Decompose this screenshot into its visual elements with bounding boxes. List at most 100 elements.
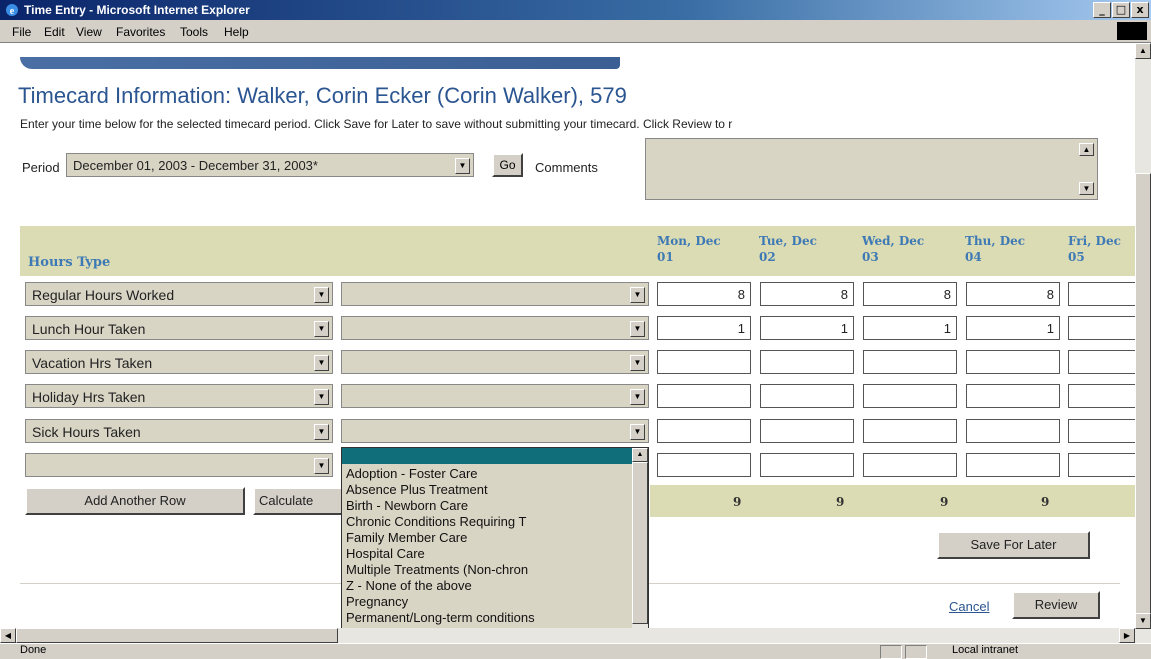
hours-type-select[interactable]: Holiday Hrs Taken ▼ (25, 384, 333, 408)
hours-input[interactable] (657, 384, 751, 408)
chevron-down-icon[interactable]: ▼ (314, 424, 329, 440)
scroll-thumb[interactable] (16, 628, 338, 643)
hours-input[interactable] (966, 350, 1060, 374)
scroll-down-icon[interactable]: ▼ (1135, 613, 1151, 629)
hours-input[interactable]: 1 (966, 316, 1060, 340)
dropdown-option[interactable]: Multiple Treatments (Non-chron (346, 562, 528, 578)
hours-input[interactable] (863, 453, 957, 477)
menu-help[interactable]: Help (224, 25, 249, 39)
hours-input[interactable] (657, 419, 751, 443)
maximize-button[interactable]: □ (1112, 2, 1130, 18)
menu-edit[interactable]: Edit (44, 25, 65, 39)
dropdown-option[interactable]: Z - None of the above (346, 578, 472, 594)
hours-type-select[interactable]: Sick Hours Taken ▼ (25, 419, 333, 443)
hours-input[interactable]: 8 (966, 282, 1060, 306)
dropdown-option[interactable]: Pregnancy (346, 594, 408, 610)
dropdown-option[interactable]: Adoption - Foster Care (346, 466, 478, 482)
minimize-button[interactable]: _ (1093, 2, 1111, 18)
chevron-down-icon[interactable]: ▼ (630, 287, 645, 303)
hours-input[interactable] (760, 419, 854, 443)
scroll-thumb[interactable] (632, 462, 648, 624)
scroll-thumb[interactable] (1135, 173, 1151, 615)
hours-input[interactable]: 8 (863, 282, 957, 306)
hours-input[interactable] (760, 384, 854, 408)
add-another-row-button[interactable]: Add Another Row (25, 487, 245, 515)
period-value: December 01, 2003 - December 31, 2003* (73, 158, 318, 173)
menu-tools[interactable]: Tools (180, 25, 208, 39)
hours-type-select[interactable]: Regular Hours Worked ▼ (25, 282, 333, 306)
chevron-down-icon[interactable]: ▼ (314, 321, 329, 337)
reason-dropdown-list[interactable]: Adoption - Foster Care Absence Plus Trea… (341, 447, 649, 628)
dropdown-option[interactable]: Hospital Care (346, 546, 425, 562)
hours-input[interactable] (1068, 453, 1135, 477)
hours-input[interactable] (1068, 384, 1135, 408)
hours-input[interactable] (863, 384, 957, 408)
reason-select[interactable]: ▼ (341, 316, 649, 340)
hours-type-select[interactable]: ▼ (25, 453, 333, 477)
hours-input[interactable] (1068, 350, 1135, 374)
vertical-scrollbar[interactable]: ▲ ▼ (1135, 43, 1151, 643)
hours-input[interactable] (760, 453, 854, 477)
dropdown-option[interactable]: Permanent/Long-term conditions (346, 610, 535, 626)
scroll-up-icon[interactable]: ▲ (1079, 143, 1094, 156)
chevron-down-icon[interactable]: ▼ (314, 458, 329, 474)
hours-input[interactable]: 8 (657, 282, 751, 306)
period-select[interactable]: December 01, 2003 - December 31, 2003* ▼ (66, 153, 474, 177)
chevron-down-icon[interactable]: ▼ (314, 287, 329, 303)
dropdown-option-selected[interactable] (342, 448, 632, 464)
chevron-down-icon[interactable]: ▼ (314, 355, 329, 371)
chevron-down-icon[interactable]: ▼ (630, 321, 645, 337)
hours-input[interactable] (657, 350, 751, 374)
chevron-down-icon[interactable]: ▼ (630, 424, 645, 440)
horizontal-scrollbar[interactable]: ◀ ▶ (0, 628, 1135, 643)
status-bar: Done Local intranet (0, 643, 1151, 659)
reason-select[interactable]: ▼ (341, 350, 649, 374)
hours-input[interactable] (760, 350, 854, 374)
hours-input[interactable] (966, 419, 1060, 443)
chevron-down-icon[interactable]: ▼ (314, 389, 329, 405)
close-button[interactable]: x (1131, 2, 1149, 18)
hours-type-select[interactable]: Lunch Hour Taken ▼ (25, 316, 333, 340)
calculate-button[interactable]: Calculate (253, 487, 353, 515)
dropdown-option[interactable]: Family Member Care (346, 530, 467, 546)
hours-input[interactable] (863, 350, 957, 374)
reason-select[interactable]: ▼ (341, 384, 649, 408)
chevron-down-icon[interactable]: ▼ (455, 158, 470, 174)
hours-input[interactable] (1068, 419, 1135, 443)
dropdown-option[interactable]: Birth - Newborn Care (346, 498, 468, 514)
chevron-down-icon[interactable]: ▼ (630, 389, 645, 405)
day-header-fri: Fri, Dec 05 (1068, 234, 1121, 264)
go-button[interactable]: Go (492, 153, 523, 177)
scroll-left-icon[interactable]: ◀ (0, 628, 16, 643)
period-label: Period (22, 160, 60, 175)
hours-input[interactable] (657, 453, 751, 477)
hours-type-select[interactable]: Vacation Hrs Taken ▼ (25, 350, 333, 374)
save-for-later-button[interactable]: Save For Later (937, 531, 1090, 559)
hours-input[interactable] (1068, 282, 1135, 306)
cancel-link[interactable]: Cancel (949, 599, 989, 614)
dropdown-option[interactable]: Chronic Conditions Requiring T (346, 514, 526, 530)
comments-textarea[interactable]: ▲ ▼ (645, 138, 1098, 200)
dropdown-option[interactable]: Absence Plus Treatment (346, 482, 488, 498)
reason-select[interactable]: ▼ (341, 419, 649, 443)
hours-input[interactable]: 1 (863, 316, 957, 340)
banner-bar (20, 57, 620, 69)
hours-input[interactable] (1068, 316, 1135, 340)
scroll-up-icon[interactable]: ▲ (632, 448, 648, 462)
menu-view[interactable]: View (76, 25, 102, 39)
hours-input[interactable] (966, 453, 1060, 477)
hours-input[interactable]: 8 (760, 282, 854, 306)
menu-file[interactable]: File (12, 25, 31, 39)
hours-input[interactable] (863, 419, 957, 443)
reason-select[interactable]: ▼ (341, 282, 649, 306)
hours-input[interactable]: 1 (760, 316, 854, 340)
chevron-down-icon[interactable]: ▼ (630, 355, 645, 371)
review-button[interactable]: Review (1012, 591, 1100, 619)
scroll-up-icon[interactable]: ▲ (1135, 43, 1151, 59)
scroll-right-icon[interactable]: ▶ (1119, 628, 1135, 643)
menu-favorites[interactable]: Favorites (116, 25, 165, 39)
hours-input[interactable]: 1 (657, 316, 751, 340)
scroll-down-icon[interactable]: ▼ (1079, 182, 1094, 195)
dropdown-scrollbar[interactable]: ▲ ▼ (632, 448, 648, 628)
hours-input[interactable] (966, 384, 1060, 408)
